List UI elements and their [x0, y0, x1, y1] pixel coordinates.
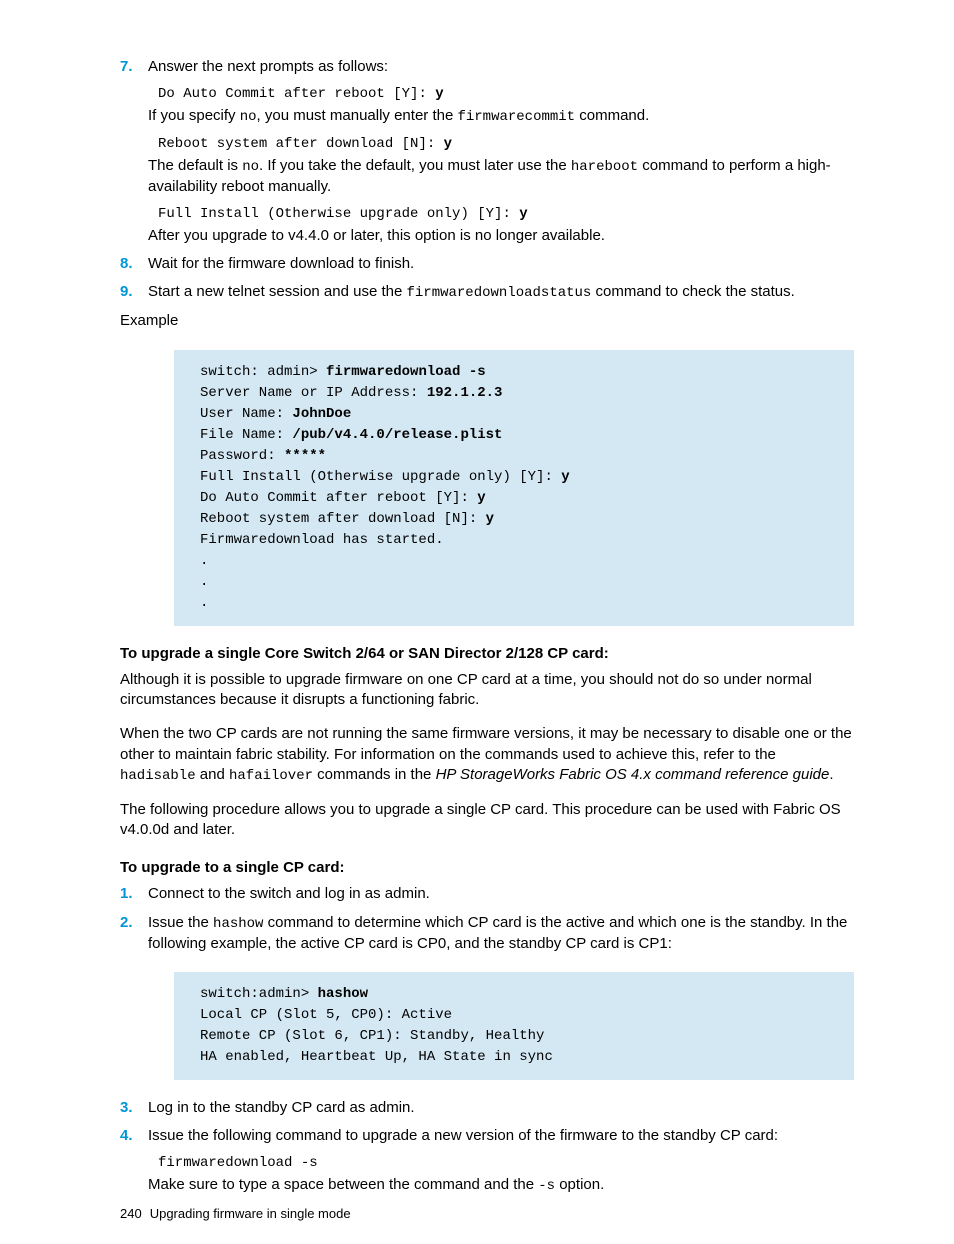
step-b2: 2. Issue the hashow command to determine… [120, 913, 854, 954]
page-footer: 240 Upgrading firmware in single mode [120, 1205, 351, 1223]
step-number: 9. [120, 282, 133, 302]
para-full-install: After you upgrade to v4.4.0 or later, th… [148, 226, 854, 246]
inline-code: hashow [213, 916, 263, 932]
step-number: 7. [120, 57, 133, 77]
inline-code: no [242, 159, 259, 175]
inline-code: no [240, 109, 257, 125]
step-number: 4. [120, 1126, 133, 1146]
prompt-input: y [519, 206, 527, 222]
para-core-3: The following procedure allows you to up… [120, 800, 854, 841]
code-block-hashow: switch:admin> hashow Local CP (Slot 5, C… [174, 972, 854, 1080]
step-b4: 4. Issue the following command to upgrad… [120, 1126, 854, 1196]
inline-code: -s [538, 1178, 555, 1194]
step-number: 8. [120, 254, 133, 274]
inline-code: hareboot [571, 159, 638, 175]
steps-list-bottom-2: 3. Log in to the standby CP card as admi… [120, 1098, 854, 1196]
step-b1: 1. Connect to the switch and log in as a… [120, 884, 854, 904]
prompt-reboot: Reboot system after download [N]: y [148, 135, 854, 154]
step-b3: 3. Log in to the standby CP card as admi… [120, 1098, 854, 1118]
inline-code: firmwaredownloadstatus [407, 285, 592, 301]
step-7-intro: Answer the next prompts as follows: [148, 57, 854, 77]
prompt-auto-commit: Do Auto Commit after reboot [Y]: y [148, 85, 854, 104]
para-core-2: When the two CP cards are not running th… [120, 724, 854, 785]
step-9: 9. Start a new telnet session and use th… [120, 282, 854, 303]
code-block-example: switch: admin> firmwaredownload -s Serve… [174, 350, 854, 626]
cmd-firmwaredownload: firmwaredownload -s [148, 1154, 854, 1173]
para-reboot: The default is no. If you take the defau… [148, 156, 854, 197]
step-number: 2. [120, 913, 133, 933]
prompt-text: Full Install (Otherwise upgrade only) [Y… [158, 206, 519, 222]
step-b1-text: Connect to the switch and log in as admi… [148, 884, 854, 904]
inline-code: hafailover [229, 768, 313, 784]
para-core-1: Although it is possible to upgrade firmw… [120, 670, 854, 711]
reference-guide: HP StorageWorks Fabric OS 4.x command re… [436, 766, 830, 783]
step-b3-text: Log in to the standby CP card as admin. [148, 1098, 854, 1118]
heading-upgrade-single: To upgrade to a single CP card: [120, 858, 854, 878]
step-number: 3. [120, 1098, 133, 1118]
example-label: Example [120, 311, 854, 331]
page-number: 240 [120, 1206, 142, 1221]
step-b2-text: Issue the hashow command to determine wh… [148, 913, 854, 954]
steps-list-top: 7. Answer the next prompts as follows: D… [120, 57, 854, 303]
page: 7. Answer the next prompts as follows: D… [0, 0, 954, 1244]
step-9-text: Start a new telnet session and use the f… [148, 282, 854, 303]
step-number: 1. [120, 884, 133, 904]
para-auto-commit: If you specify no, you must manually ent… [148, 106, 854, 127]
step-8-text: Wait for the firmware download to finish… [148, 254, 854, 274]
inline-code: firmwarecommit [457, 109, 575, 125]
step-8: 8. Wait for the firmware download to fin… [120, 254, 854, 274]
prompt-input: y [435, 86, 443, 102]
step-7: 7. Answer the next prompts as follows: D… [120, 57, 854, 246]
inline-code: hadisable [120, 768, 196, 784]
prompt-text: Reboot system after download [N]: [158, 136, 444, 152]
prompt-text: Do Auto Commit after reboot [Y]: [158, 86, 435, 102]
step-b4-tail: Make sure to type a space between the co… [148, 1175, 854, 1196]
prompt-full-install: Full Install (Otherwise upgrade only) [Y… [148, 205, 854, 224]
footer-title: Upgrading firmware in single mode [150, 1206, 351, 1221]
step-b4-text: Issue the following command to upgrade a… [148, 1126, 854, 1146]
prompt-input: y [444, 136, 452, 152]
heading-upgrade-core: To upgrade a single Core Switch 2/64 or … [120, 644, 854, 664]
steps-list-bottom: 1. Connect to the switch and log in as a… [120, 884, 854, 953]
